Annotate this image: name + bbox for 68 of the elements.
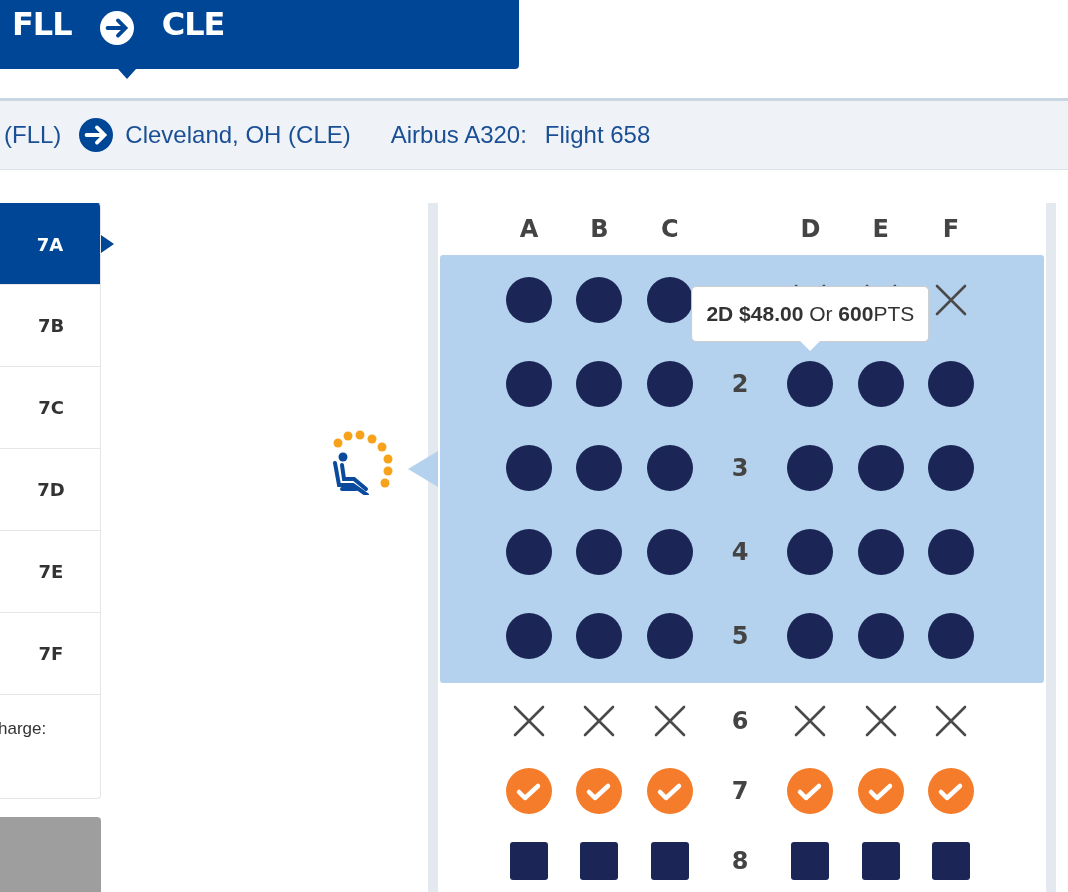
available-seat[interactable] [857, 613, 904, 659]
premium-seat[interactable] [580, 842, 619, 880]
available-seat[interactable] [506, 529, 553, 575]
available-seat[interactable] [576, 361, 623, 407]
available-seat[interactable] [857, 445, 904, 491]
destination-code: CLE [161, 4, 225, 45]
column-label: B [590, 215, 609, 243]
available-seat[interactable] [506, 613, 553, 659]
row-number: 8 [731, 847, 749, 875]
seat-tab[interactable]: 7B [0, 285, 101, 367]
available-seat[interactable] [857, 361, 904, 407]
origin-text: (FLL) [4, 121, 62, 149]
aircraft-text: Airbus A320: [390, 121, 527, 149]
row-number: 7 [731, 777, 749, 805]
available-seat[interactable] [857, 529, 904, 575]
flight-number: Flight 658 [544, 121, 651, 149]
available-seat[interactable] [646, 445, 693, 491]
available-seat[interactable] [646, 277, 693, 323]
selected-seat-icon[interactable] [857, 768, 904, 814]
seat-tab[interactable]: 7F [0, 613, 101, 695]
available-seat[interactable] [646, 613, 693, 659]
available-seat[interactable] [646, 361, 693, 407]
available-seat[interactable] [576, 613, 623, 659]
premium-seat[interactable] [861, 842, 900, 880]
column-label: E [872, 215, 889, 243]
available-seat[interactable] [576, 445, 623, 491]
price-tooltip: 2D $48.00 Or 600PTS [691, 286, 930, 342]
selected-seat-icon[interactable] [927, 768, 974, 814]
row-number: 2 [731, 370, 749, 398]
row-number: 3 [731, 454, 749, 482]
tooltip-pointer [800, 341, 821, 351]
available-seat[interactable] [506, 445, 553, 491]
seat-tab[interactable]: 7A [0, 203, 101, 285]
available-seat[interactable] [927, 529, 974, 575]
available-seat[interactable] [506, 277, 553, 323]
selected-seat-icon[interactable] [787, 768, 834, 814]
seat-tab[interactable]: 7E [0, 531, 101, 613]
row-number: 4 [731, 538, 749, 566]
available-seat[interactable] [576, 529, 623, 575]
destination-text: Cleveland, OH (CLE) [125, 121, 351, 149]
tab-pointer [101, 235, 114, 253]
available-seat[interactable] [787, 613, 834, 659]
available-seat[interactable] [787, 445, 834, 491]
selected-seat-icon[interactable] [646, 768, 693, 814]
row-number: 6 [731, 707, 749, 735]
seat-tab[interactable]: 7C [0, 367, 101, 449]
premium-seat[interactable] [510, 842, 549, 880]
premium-seat[interactable] [650, 842, 689, 880]
available-seat[interactable] [646, 529, 693, 575]
origin-code: FLL [12, 4, 72, 45]
available-seat[interactable] [927, 361, 974, 407]
column-label: A [519, 215, 539, 243]
seat-tab[interactable]: 7D [0, 449, 101, 531]
column-label: D [800, 215, 821, 243]
selected-seat-icon[interactable] [576, 768, 623, 814]
selected-seat-icon[interactable] [506, 768, 553, 814]
available-seat[interactable] [927, 613, 974, 659]
available-seat[interactable] [927, 445, 974, 491]
available-seat[interactable] [787, 361, 834, 407]
available-seat[interactable] [576, 277, 623, 323]
row-number: 5 [731, 622, 749, 650]
column-label: F [942, 215, 960, 243]
charge-label: harge: [0, 719, 47, 738]
available-seat[interactable] [506, 361, 553, 407]
column-label: C [660, 215, 679, 243]
premium-seat[interactable] [791, 842, 830, 880]
premium-seat[interactable] [931, 842, 970, 880]
available-seat[interactable] [787, 529, 834, 575]
